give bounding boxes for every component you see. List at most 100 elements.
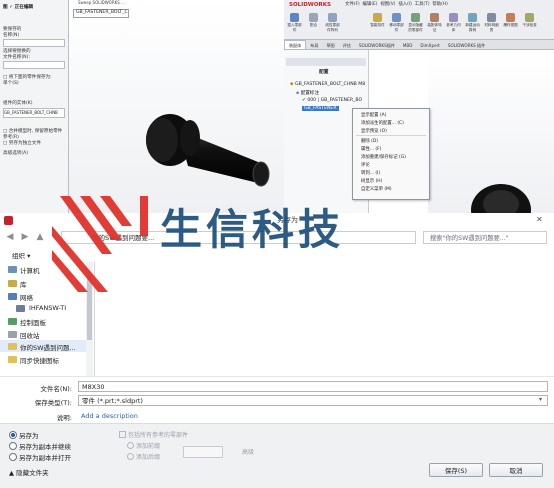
tab-evaluate[interactable]: 评估 — [339, 41, 355, 49]
nav-item-sync-icons[interactable]: 同步快捷图标 — [20, 355, 59, 365]
include-references-checkbox[interactable]: 包括所有参考的零部件 — [119, 430, 188, 439]
exploded-view-button[interactable]: 爆炸视图 — [503, 13, 518, 28]
tree-item-config-000[interactable]: ✔ 000 | GB_FASTENER_BO — [302, 98, 362, 103]
insert-component-button[interactable]: 插入零部件 — [287, 13, 302, 33]
search-input[interactable]: 搜索"你的SW遇到问题要..." — [423, 231, 547, 244]
nav-item-current-folder[interactable]: 你的SW遇到问题... — [20, 342, 76, 352]
file-list-pane[interactable] — [95, 262, 554, 376]
panel-label-body: 组件的实体(K) — [3, 101, 33, 106]
panel-check-independent[interactable]: □ 另存为独立文件 — [3, 140, 41, 146]
linear-pattern-icon — [328, 13, 337, 22]
nav-item-recycle-bin[interactable]: 回收站 — [20, 330, 40, 340]
forward-arrow-icon[interactable]: ▶ — [19, 232, 31, 243]
interference-check-button[interactable]: 干涉检查 — [522, 13, 537, 28]
add-prefix-radio[interactable]: 添加前缀 — [127, 441, 160, 450]
panel-label-name: 名称(N) — [3, 33, 20, 38]
network-icon — [8, 293, 17, 300]
nav-item-library[interactable]: 库 — [20, 279, 27, 289]
tree-item-root[interactable]: ◆ GB_FASTENER_BOLT_CHNB M8 — [290, 82, 365, 87]
menu-edit[interactable]: 编辑(E) — [363, 2, 378, 7]
folder-icon — [8, 356, 17, 363]
menu-item-add-rebuild-mark[interactable]: 添加重建/保存标记 (G) — [361, 154, 406, 160]
tree-header-label: 配置 — [319, 70, 329, 75]
smart-fasteners-button[interactable]: 智能扣件 — [370, 13, 385, 28]
hide-folders-toggle[interactable]: ▲ 隐藏文件夹 — [9, 467, 49, 477]
insert-component-icon — [290, 13, 299, 22]
menu-item-customize[interactable]: 自定义菜单 (M) — [361, 186, 392, 192]
move-component-button[interactable]: 移动零部件 — [389, 13, 404, 33]
command-tabs: 装配体 布局 草图 评估 SOLIDWORKS插件 MBD DimXpert SOLIDWOR… — [284, 40, 554, 50]
tree-toolbar — [286, 58, 366, 66]
close-icon[interactable]: ✕ — [536, 215, 543, 224]
menu-item-comment[interactable]: 评论 — [361, 162, 370, 168]
prefix-suffix-input[interactable] — [183, 446, 223, 458]
menu-tools[interactable]: 工具(T) — [415, 2, 430, 7]
tab-addins[interactable]: SOLIDWORKS插件 — [355, 41, 399, 49]
computer-icon — [8, 266, 17, 273]
panel-body-field[interactable]: GB_FASTENER_BOLT_CHNB — [3, 108, 65, 118]
nav-item-control-panel[interactable]: 控制面板 — [20, 317, 46, 327]
menu-bar: 文件(F) 编辑(E) 视图(V) 插入(I) 工具(T) 帮助(H) — [345, 1, 448, 7]
menu-help[interactable]: 帮助(H) — [432, 2, 448, 7]
watermark-logo — [52, 196, 148, 292]
menu-item-properties[interactable]: 属性... (F) — [361, 146, 381, 152]
radio-save-copy-open[interactable]: 另存为副本并打开 — [9, 452, 71, 462]
motion-study-button[interactable]: 新建运动算例 — [465, 13, 480, 33]
menu-divider — [356, 135, 426, 136]
tab-mbd[interactable]: MBD — [399, 41, 417, 48]
mate-icon — [309, 13, 318, 22]
reference-geometry-button[interactable]: 参考几何体 — [446, 13, 461, 33]
menu-item-show-config[interactable]: 显示配置 (A) — [361, 112, 386, 118]
tab-layout[interactable]: 布局 — [306, 41, 322, 49]
cancel-button[interactable]: 取消 — [489, 463, 543, 477]
tab-dimxpert[interactable]: DimXpert — [416, 41, 444, 48]
assembly-features-icon — [430, 13, 439, 22]
save-type-label: 保存类型(T): — [34, 399, 72, 407]
menu-item-show-preview[interactable]: 显示预览 (O) — [361, 128, 387, 134]
add-suffix-radio[interactable]: 添加后缀 — [127, 452, 160, 461]
menu-item-tree-display[interactable]: 树显示 (H) — [361, 178, 382, 184]
organize-button[interactable]: 组织 ▾ — [12, 250, 30, 260]
radio-save-as[interactable]: 另存为 — [9, 430, 39, 440]
tree-item-config-table[interactable]: ▪ 配置标注 — [296, 90, 319, 96]
save-button[interactable]: 保存(S) — [429, 463, 483, 477]
panel-name-field[interactable] — [3, 39, 65, 47]
panel-advanced-options[interactable]: 高级选项(A) — [3, 150, 28, 156]
network-pc-icon — [16, 305, 25, 312]
watermark-text: 生信科技 — [160, 205, 345, 254]
move-component-icon — [392, 13, 401, 22]
nav-item-network[interactable]: 网络 — [20, 292, 33, 302]
nav-item-computer[interactable]: 计算机 — [20, 265, 40, 275]
add-description-link[interactable]: Add a description — [81, 412, 138, 420]
tab-assembly[interactable]: 装配体 — [284, 40, 307, 49]
solidworks-logo: SOLIDWORKS — [289, 2, 331, 8]
menu-insert[interactable]: 插入(I) — [398, 2, 412, 7]
bom-button[interactable]: 材料明细表 — [484, 13, 499, 33]
save-type-select[interactable]: 零件 (*.prt;*.sldprt) — [78, 395, 548, 406]
linear-pattern-button[interactable]: 线性零部件阵列 — [325, 13, 340, 33]
radio-icon — [127, 453, 134, 460]
radio-icon — [9, 442, 17, 450]
mate-button[interactable]: 配合 — [306, 13, 321, 28]
menu-item-goto[interactable]: 转到... (I) — [361, 170, 380, 176]
menu-view[interactable]: 视图(V) — [380, 2, 395, 7]
assembly-features-button[interactable]: 装配体特征 — [427, 13, 442, 33]
radio-save-copy-continue[interactable]: 另存为副本并继续 — [9, 441, 71, 451]
nav-item-network-pc[interactable]: IHFANSW-TI — [29, 304, 66, 312]
back-arrow-icon[interactable]: ◀ — [4, 232, 16, 243]
file-name-input[interactable]: M8X30 — [78, 381, 548, 392]
tab-sw-addins[interactable]: SOLIDWORKS 插件 — [444, 41, 489, 49]
menu-file[interactable]: 文件(F) — [345, 2, 360, 7]
menu-item-add-derived[interactable]: 添加派生的配置... (C) — [361, 120, 404, 126]
tree-item-selected[interactable]: GB_FASTENER — [302, 106, 339, 111]
document-tab[interactable]: GB_FASTENER_BOLT_C — [73, 9, 129, 18]
file-name-label: 文件名(N): — [40, 385, 72, 393]
menu-item-delete[interactable]: 删除 (D) — [361, 138, 378, 144]
show-hidden-button[interactable]: 显示隐藏的零部件 — [408, 13, 423, 33]
tab-sketch[interactable]: 草图 — [322, 41, 338, 49]
viewport-header-text: Sweep SOLIDWORKS ... — [78, 0, 125, 5]
advanced-button[interactable]: 高级 — [242, 447, 254, 456]
reference-geometry-icon — [449, 13, 458, 22]
up-arrow-icon[interactable]: ▲ — [34, 232, 46, 243]
panel-filename-field[interactable] — [3, 61, 65, 69]
